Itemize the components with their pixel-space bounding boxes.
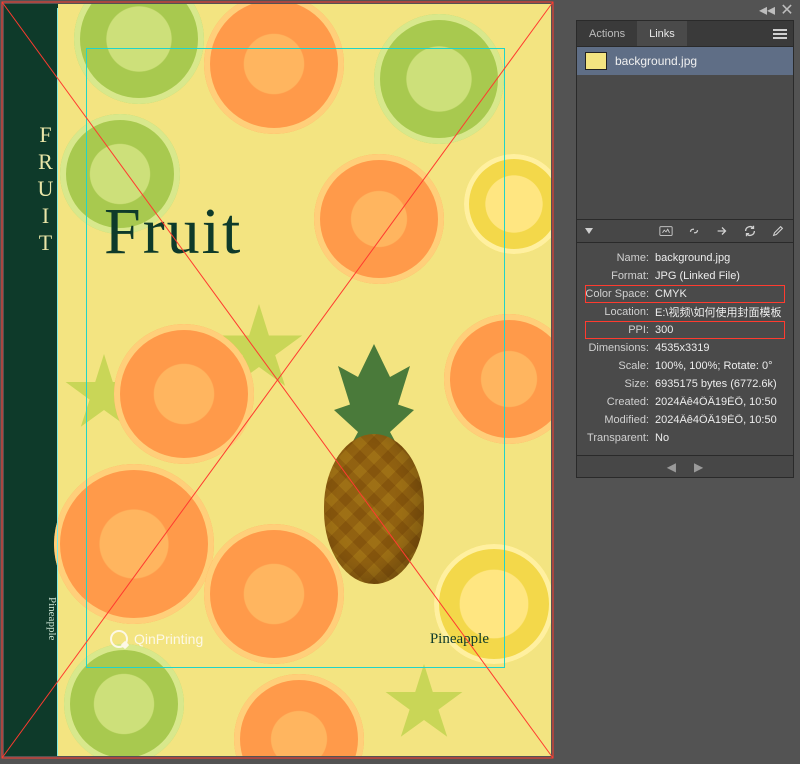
goto-link-icon[interactable] bbox=[715, 224, 729, 238]
decoration-pineapple bbox=[304, 344, 444, 594]
meta-row-dimensions: Dimensions: 4535x3319 bbox=[585, 339, 785, 357]
meta-label: Size: bbox=[585, 378, 655, 390]
links-panel: Actions Links background.jpg Name: bbox=[576, 20, 794, 478]
cover-title: Fruit bbox=[104, 194, 242, 270]
link-filename: background.jpg bbox=[615, 54, 697, 68]
decoration-orange bbox=[314, 154, 444, 284]
publisher-logo: QinPrinting bbox=[110, 630, 203, 648]
relink-cc-icon[interactable] bbox=[659, 224, 673, 238]
decoration-orange bbox=[234, 674, 364, 756]
close-panel-icon[interactable]: ✕ bbox=[780, 3, 794, 17]
decoration-orange bbox=[54, 464, 214, 624]
relink-icon[interactable] bbox=[687, 224, 701, 238]
meta-row-colorspace: Color Space: CMYK bbox=[585, 285, 785, 303]
meta-value-modified: 2024Äê4ÔÂ19ÈÕ, 10:50 bbox=[655, 414, 785, 426]
meta-label: Created: bbox=[585, 396, 655, 408]
meta-value-colorspace: CMYK bbox=[655, 288, 785, 300]
cover-spine: FRUIT Pineapple bbox=[4, 4, 58, 756]
meta-row-modified: Modified: 2024Äê4ÔÂ19ÈÕ, 10:50 bbox=[585, 411, 785, 429]
decoration-orange bbox=[204, 4, 344, 134]
decoration-lime bbox=[64, 644, 184, 756]
meta-label: Scale: bbox=[585, 360, 655, 372]
meta-row-scale: Scale: 100%, 100%; Rotate: 0° bbox=[585, 357, 785, 375]
panel-footer-nav: ◀ ▶ bbox=[577, 455, 793, 477]
panel-menu-icon[interactable] bbox=[773, 29, 787, 39]
meta-value-dimensions: 4535x3319 bbox=[655, 342, 785, 354]
decoration-lemon bbox=[464, 154, 551, 254]
decoration-orange bbox=[114, 324, 254, 464]
link-info-section: Name: background.jpg Format: JPG (Linked… bbox=[577, 243, 793, 455]
meta-row-ppi: PPI: 300 bbox=[585, 321, 785, 339]
page-artwork[interactable]: FRUIT Pineapple Fruit Pineapple QinPrint… bbox=[4, 4, 551, 756]
panel-dock-controls: ◂◂ ✕ bbox=[576, 2, 794, 18]
cover-subtitle: Pineapple bbox=[430, 631, 489, 648]
meta-value-ppi: 300 bbox=[655, 324, 785, 336]
meta-label: PPI: bbox=[585, 324, 655, 336]
decoration-orange bbox=[444, 314, 551, 444]
tab-actions[interactable]: Actions bbox=[577, 21, 637, 46]
disclosure-triangle-icon[interactable] bbox=[585, 228, 593, 234]
meta-row-location: Location: E:\视频\如何使用封面模板 bbox=[585, 303, 785, 321]
document-canvas[interactable]: FRUIT Pineapple Fruit Pineapple QinPrint… bbox=[0, 0, 566, 764]
logo-mark-icon bbox=[110, 630, 128, 648]
meta-value-scale: 100%, 100%; Rotate: 0° bbox=[655, 360, 785, 372]
tab-links[interactable]: Links bbox=[637, 21, 687, 46]
meta-label: Modified: bbox=[585, 414, 655, 426]
decoration-lime bbox=[74, 4, 204, 104]
meta-value-transparent: No bbox=[655, 432, 785, 444]
meta-value-size: 6935175 bytes (6772.6k) bbox=[655, 378, 785, 390]
links-list-empty-area[interactable] bbox=[577, 75, 793, 219]
meta-row-format: Format: JPG (Linked File) bbox=[585, 267, 785, 285]
meta-value-location: E:\视频\如何使用封面模板 bbox=[655, 304, 785, 320]
logo-text: QinPrinting bbox=[134, 631, 203, 647]
collapse-panel-icon[interactable]: ◂◂ bbox=[760, 3, 774, 17]
meta-label: Transparent: bbox=[585, 432, 655, 444]
spine-title: FRUIT bbox=[4, 122, 58, 257]
next-link-icon[interactable]: ▶ bbox=[694, 460, 703, 474]
meta-label: Format: bbox=[585, 270, 655, 282]
spine-subtitle: Pineapple bbox=[4, 597, 58, 640]
meta-row-transparent: Transparent: No bbox=[585, 429, 785, 447]
meta-row-name: Name: background.jpg bbox=[585, 249, 785, 267]
prev-link-icon[interactable]: ◀ bbox=[667, 460, 676, 474]
meta-label: Color Space: bbox=[585, 288, 655, 300]
meta-value-name: background.jpg bbox=[655, 252, 785, 264]
meta-row-created: Created: 2024Äê4ÔÂ19ÈÕ, 10:50 bbox=[585, 393, 785, 411]
panel-gutter bbox=[566, 0, 576, 764]
meta-value-created: 2024Äê4ÔÂ19ÈÕ, 10:50 bbox=[655, 396, 785, 408]
edit-original-icon[interactable] bbox=[771, 224, 785, 238]
link-thumbnail-icon bbox=[585, 52, 607, 70]
panel-tab-bar: Actions Links bbox=[577, 21, 793, 47]
links-panel-toolbar bbox=[577, 219, 793, 243]
decoration-lime bbox=[374, 14, 504, 144]
update-link-icon[interactable] bbox=[743, 224, 757, 238]
meta-label: Name: bbox=[585, 252, 655, 264]
decoration-starfruit bbox=[384, 664, 464, 744]
link-list-item[interactable]: background.jpg bbox=[577, 47, 793, 75]
meta-label: Dimensions: bbox=[585, 342, 655, 354]
meta-label: Location: bbox=[585, 306, 655, 318]
meta-value-format: JPG (Linked File) bbox=[655, 270, 785, 282]
meta-row-size: Size: 6935175 bytes (6772.6k) bbox=[585, 375, 785, 393]
